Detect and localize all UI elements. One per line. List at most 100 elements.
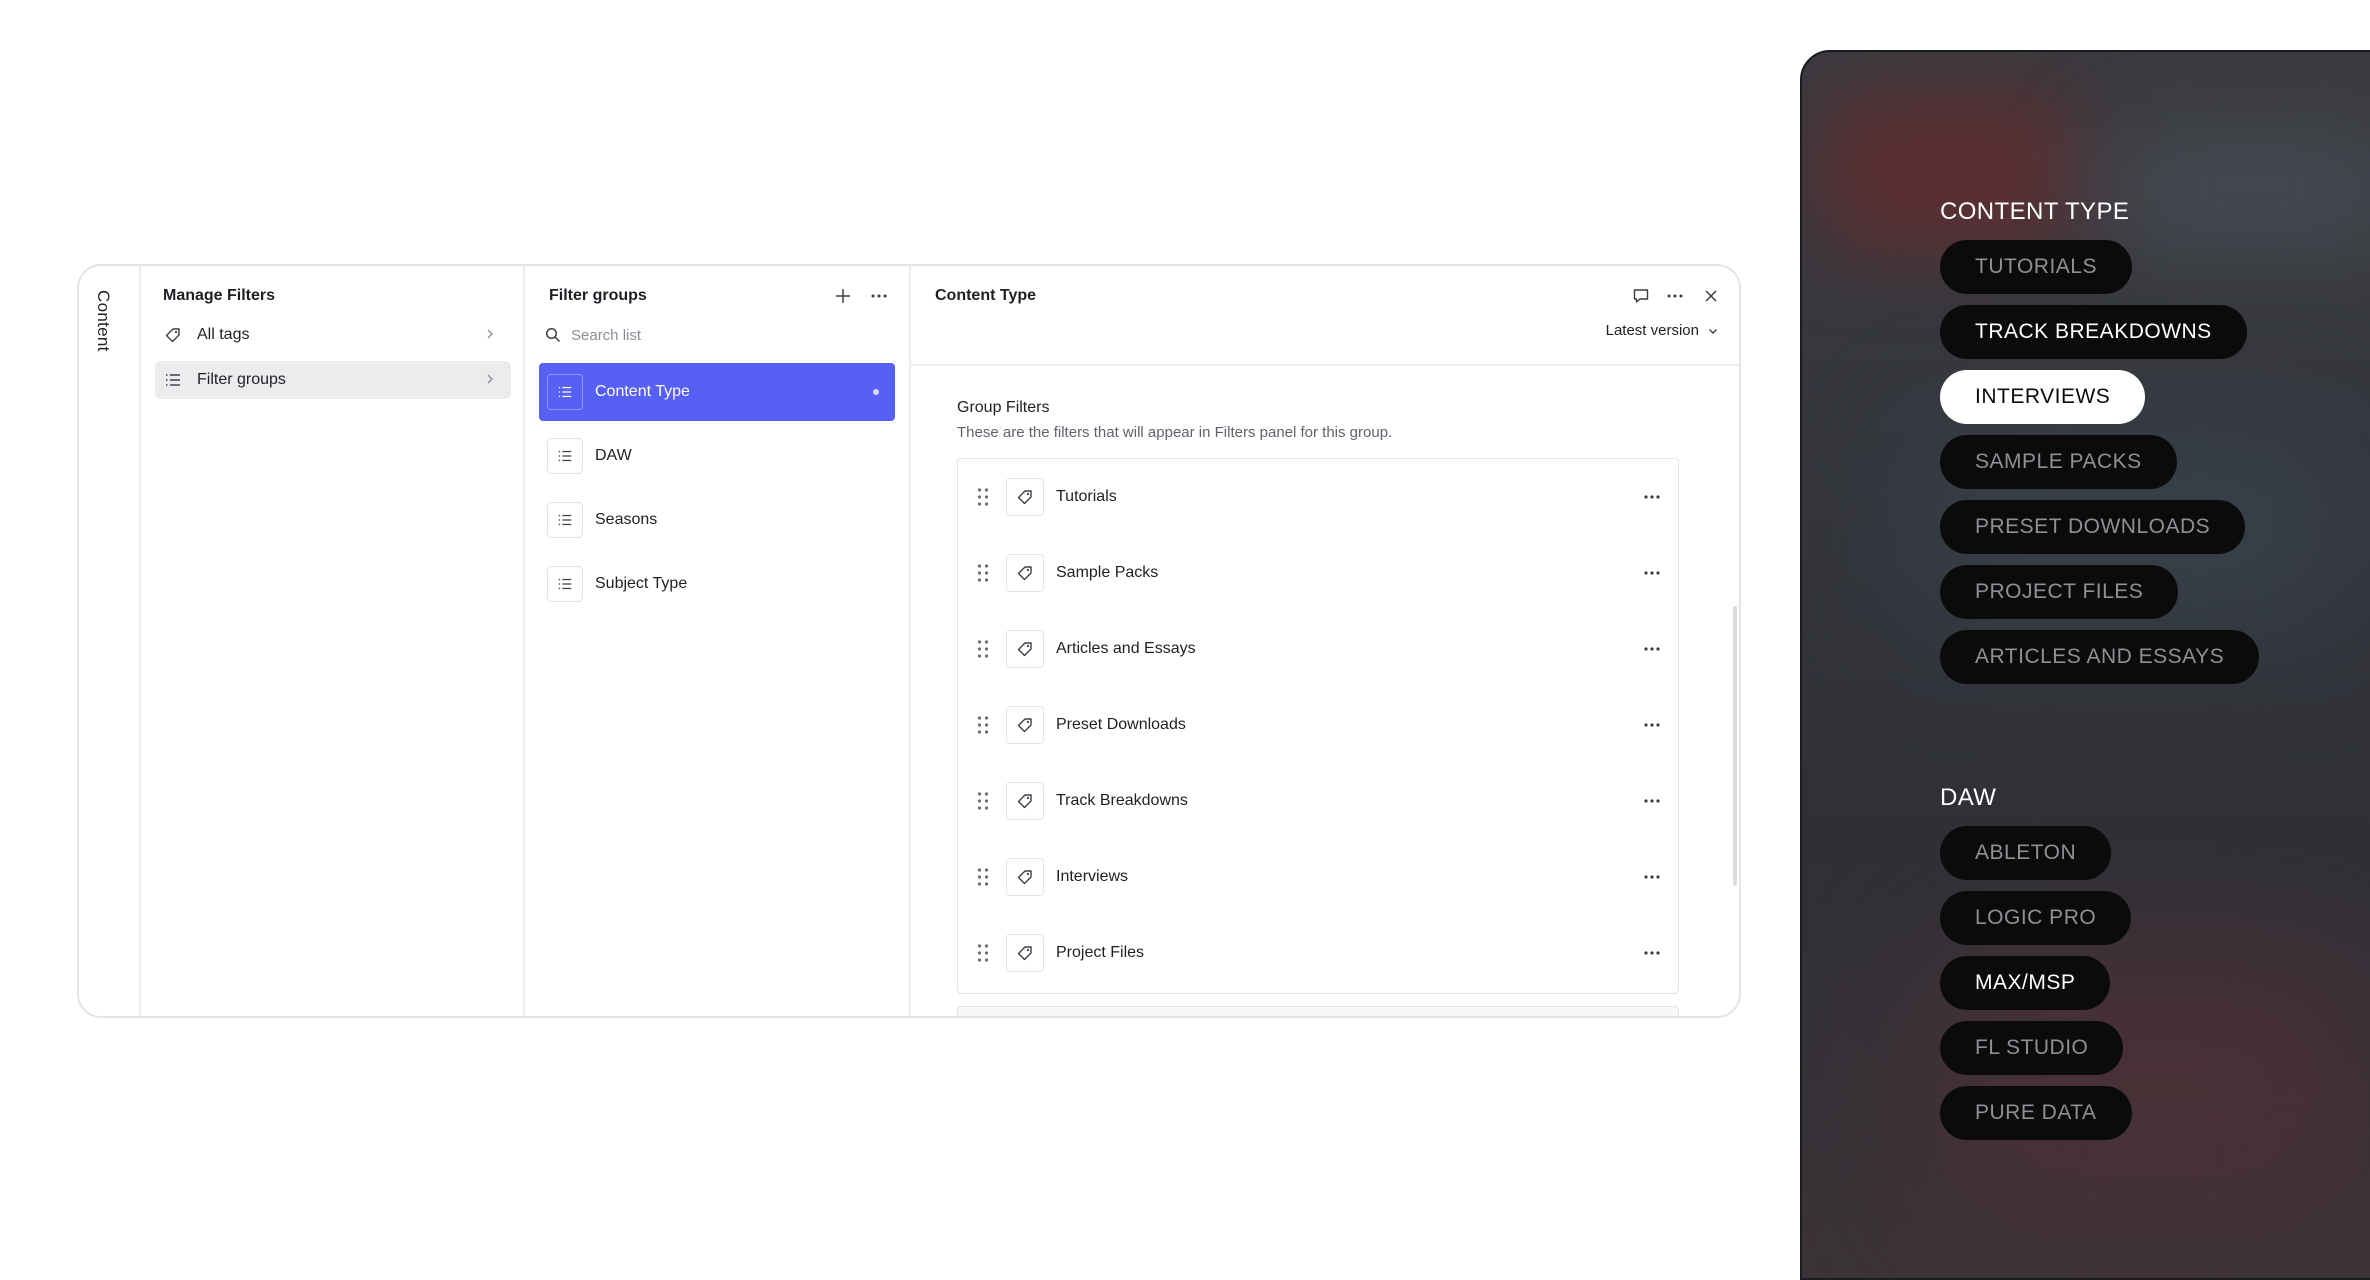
filter-pill-project-files[interactable]: PROJECT FILES	[1940, 565, 2179, 619]
group-filters-description: These are the filters that will appear i…	[957, 424, 1393, 441]
more-horizontal-icon	[871, 294, 887, 298]
tag-icon	[1006, 630, 1044, 668]
content-rail-label[interactable]: Content	[93, 290, 113, 352]
groups-more-button[interactable]	[869, 286, 889, 306]
scrollbar[interactable]	[1733, 606, 1737, 886]
chevron-down-icon	[1709, 328, 1717, 334]
cms-window: Content Manage Filters All tags Filter g…	[77, 264, 1741, 1018]
list-icon	[547, 566, 583, 602]
nav-item-all-tags[interactable]: All tags	[155, 316, 511, 354]
filter-row[interactable]: Project Files	[958, 915, 1678, 991]
filter-label: Interviews	[1056, 868, 1129, 885]
tag-icon	[1006, 478, 1044, 516]
filter-pill-pure-data[interactable]: PURE DATA	[1940, 1086, 2132, 1140]
drag-handle-icon[interactable]	[976, 943, 990, 963]
group-item-label: Subject Type	[595, 575, 688, 592]
tag-icon	[1006, 706, 1044, 744]
search-input[interactable]	[571, 326, 871, 344]
more-horizontal-icon[interactable]	[1642, 867, 1662, 887]
filter-row[interactable]: Track Breakdowns	[958, 763, 1678, 839]
more-horizontal-icon[interactable]	[1642, 715, 1662, 735]
filter-groups-title: Filter groups	[549, 287, 647, 304]
filter-list: Tutorials Sample Packs Articles and Essa…	[957, 458, 1679, 994]
chevron-right-icon	[487, 374, 493, 384]
filter-pill-logic-pro[interactable]: LOGIC PRO	[1940, 891, 2132, 945]
detail-header: Content Type Latest version	[911, 266, 1739, 366]
drag-handle-icon[interactable]	[976, 867, 990, 887]
close-button[interactable]	[1701, 286, 1721, 306]
filter-row[interactable]: Sample Packs	[958, 535, 1678, 611]
more-horizontal-icon[interactable]	[1642, 639, 1662, 659]
close-icon	[1705, 290, 1717, 302]
filter-pill-articles-and-essays[interactable]: ARTICLES AND ESSAYS	[1940, 630, 2260, 684]
filters-preview-panel: CONTENT TYPE TUTORIALS TRACK BREAKDOWNS …	[1800, 50, 2370, 1280]
filter-label: Sample Packs	[1056, 564, 1159, 581]
preview-group-title: CONTENT TYPE	[1940, 198, 2130, 225]
filter-label: Tutorials	[1056, 488, 1117, 505]
comment-button[interactable]	[1631, 286, 1651, 306]
more-horizontal-icon[interactable]	[1642, 487, 1662, 507]
drag-handle-icon[interactable]	[976, 563, 990, 583]
filter-pill-fl-studio[interactable]: FL STUDIO	[1940, 1021, 2124, 1075]
manage-filters-pane: Manage Filters All tags Filter groups	[141, 266, 525, 1016]
list-icon	[547, 438, 583, 474]
group-item-content-type[interactable]: Content Type	[539, 363, 895, 421]
comment-icon	[1633, 289, 1649, 303]
list-icon	[547, 502, 583, 538]
group-filters-title: Group Filters	[957, 399, 1050, 416]
tag-icon	[1006, 782, 1044, 820]
drag-handle-icon[interactable]	[976, 487, 990, 507]
plus-icon	[836, 289, 850, 303]
nav-item-filter-groups[interactable]: Filter groups	[155, 361, 511, 399]
background-blur	[1822, 92, 2072, 252]
more-horizontal-icon[interactable]	[1642, 943, 1662, 963]
detail-title: Content Type	[935, 287, 1037, 304]
filter-pill-track-breakdowns[interactable]: TRACK BREAKDOWNS	[1940, 305, 2247, 359]
search-icon	[545, 327, 561, 343]
filter-pill-tutorials[interactable]: TUTORIALS	[1940, 240, 2132, 294]
filter-row[interactable]: Tutorials	[958, 459, 1678, 535]
filter-row[interactable]: Interviews	[958, 839, 1678, 915]
unsaved-indicator	[873, 389, 879, 395]
drag-handle-icon[interactable]	[976, 639, 990, 659]
group-item-seasons[interactable]: Seasons	[539, 491, 895, 549]
filter-pill-preset-downloads[interactable]: PRESET DOWNLOADS	[1940, 500, 2246, 554]
chevron-right-icon	[487, 329, 493, 339]
tag-icon	[1006, 554, 1044, 592]
content-rail: Content	[79, 266, 141, 1016]
version-select[interactable]: Latest version	[1606, 322, 1719, 339]
group-item-daw[interactable]: DAW	[539, 427, 895, 485]
drag-handle-icon[interactable]	[976, 791, 990, 811]
add-group-button[interactable]	[833, 286, 853, 306]
more-horizontal-icon[interactable]	[1642, 563, 1662, 583]
filter-pill-max-msp[interactable]: MAX/MSP	[1940, 956, 2111, 1010]
tag-icon	[163, 325, 183, 345]
filter-pill-sample-packs[interactable]: SAMPLE PACKS	[1940, 435, 2177, 489]
tag-icon	[1006, 934, 1044, 972]
nav-item-label: Filter groups	[197, 371, 286, 388]
filter-label: Preset Downloads	[1056, 716, 1186, 733]
version-label: Latest version	[1605, 322, 1699, 339]
filter-row[interactable]: Preset Downloads	[958, 687, 1678, 763]
search-bar	[545, 322, 885, 348]
filter-groups-pane: Filter groups Content Type DAW	[525, 266, 911, 1016]
add-filter-bar[interactable]	[957, 1006, 1679, 1016]
filter-pill-interviews[interactable]: INTERVIEWS	[1940, 370, 2146, 424]
filter-label: Project Files	[1056, 944, 1145, 961]
filter-pill-ableton[interactable]: ABLETON	[1940, 826, 2112, 880]
more-horizontal-icon[interactable]	[1642, 791, 1662, 811]
list-icon	[547, 374, 583, 410]
filter-row[interactable]: Articles and Essays	[958, 611, 1678, 687]
filter-label: Articles and Essays	[1056, 640, 1196, 657]
more-horizontal-icon	[1667, 294, 1683, 298]
detail-more-button[interactable]	[1665, 286, 1685, 306]
group-item-label: Seasons	[595, 511, 658, 528]
preview-group-title: DAW	[1940, 784, 1997, 811]
drag-handle-icon[interactable]	[976, 715, 990, 735]
list-icon	[163, 370, 183, 390]
group-item-label: DAW	[595, 447, 632, 464]
tag-icon	[1006, 858, 1044, 896]
group-item-subject-type[interactable]: Subject Type	[539, 555, 895, 613]
background-blur	[2102, 132, 2370, 252]
group-item-label: Content Type	[595, 383, 690, 400]
